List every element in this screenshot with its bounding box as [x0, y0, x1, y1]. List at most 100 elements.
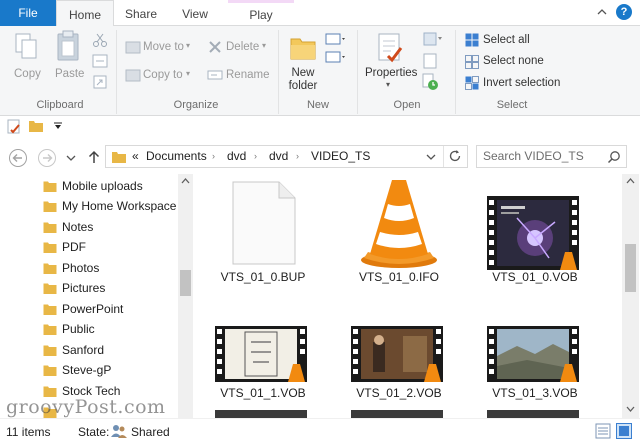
nav-item-steve-gp[interactable]: Steve-gP	[0, 360, 178, 380]
properties-button[interactable]: Properties	[365, 67, 417, 79]
nav-item-my-home-workspace[interactable]: My Home Workspace	[0, 196, 178, 216]
new-folder-icon[interactable]	[288, 33, 318, 63]
shared-icon	[110, 423, 128, 439]
scroll-up-icon[interactable]	[626, 178, 635, 184]
video-thumbnail-icon[interactable]	[215, 410, 307, 418]
file-tile[interactable]: VTS_01_3.VOB	[470, 320, 600, 410]
invert-selection-button[interactable]: Invert selection	[483, 77, 560, 89]
tab-view[interactable]: View	[168, 0, 222, 26]
video-thumbnail-icon[interactable]	[351, 410, 443, 418]
delete-button[interactable]: Delete	[226, 41, 259, 53]
dropdown-arrow-icon[interactable]: ▾	[186, 41, 190, 50]
nav-item-sanford[interactable]: Sanford	[0, 340, 178, 360]
paste-shortcut-icon[interactable]	[92, 74, 108, 90]
content-scroll-thumb[interactable]	[625, 244, 636, 292]
file-tile[interactable]: VTS_01_0.BUP	[198, 174, 328, 292]
details-view-icon[interactable]	[595, 423, 611, 439]
move-to-button[interactable]: Move to	[143, 41, 184, 53]
nav-item-public[interactable]: Public	[0, 319, 178, 339]
select-all-button[interactable]: Select all	[483, 34, 530, 46]
scroll-up-icon[interactable]	[181, 178, 190, 184]
copy-to-icon[interactable]	[125, 68, 141, 82]
nav-item-mobile-uploads[interactable]: Mobile uploads	[0, 176, 178, 196]
state-value: Shared	[131, 425, 170, 439]
new-item-icon[interactable]	[324, 32, 348, 66]
breadcrumb-chevron-icon[interactable]: ›	[254, 146, 257, 167]
scroll-down-icon[interactable]	[626, 406, 635, 412]
dropdown-arrow-icon[interactable]: ▾	[386, 80, 390, 89]
back-icon[interactable]	[8, 148, 28, 168]
folder-icon[interactable]	[28, 119, 44, 133]
dropdown-arrow-icon[interactable]: ▾	[262, 41, 266, 50]
ribbon-separator	[278, 30, 279, 114]
video-thumbnail-icon	[215, 326, 307, 382]
tab-play[interactable]: Play	[228, 0, 294, 26]
file-tile[interactable]: VTS_01_1.VOB	[198, 320, 328, 410]
search-input[interactable]: Search VIDEO_TS	[476, 145, 627, 168]
nav-item-powerpoint[interactable]: PowerPoint	[0, 299, 178, 319]
breadcrumb-dvd-2[interactable]: dvd	[269, 146, 288, 167]
copy-path-icon[interactable]	[92, 54, 108, 68]
file-tile[interactable]: VTS_01_0.IFO	[334, 174, 464, 292]
video-thumbnail-icon[interactable]	[487, 410, 579, 418]
rename-icon[interactable]	[207, 70, 223, 80]
nav-item-pdf[interactable]: PDF	[0, 237, 178, 257]
chevron-up-icon[interactable]	[596, 6, 608, 18]
nav-scrollbar[interactable]	[178, 174, 193, 418]
copy-button[interactable]: Copy	[14, 68, 41, 80]
delete-icon[interactable]	[208, 40, 222, 54]
refresh-icon[interactable]	[448, 149, 462, 163]
breadcrumb-chevron-icon[interactable]: ›	[212, 146, 215, 167]
new-folder-button[interactable]: New folder	[282, 67, 324, 93]
breadcrumb-video-ts[interactable]: VIDEO_TS	[311, 146, 370, 167]
forward-icon[interactable]	[37, 148, 57, 168]
nav-item-pictures[interactable]: Pictures	[0, 278, 178, 298]
organize-group-label: Organize	[173, 99, 219, 111]
cut-icon[interactable]	[92, 32, 108, 48]
nav-item-photos[interactable]: Photos	[0, 258, 178, 278]
select-none-icon[interactable]	[465, 55, 479, 69]
copy-icon[interactable]	[12, 32, 40, 62]
select-all-icon[interactable]	[465, 33, 479, 47]
paste-button[interactable]: Paste	[55, 68, 84, 80]
file-tile[interactable]: VTS_01_0.VOB	[470, 174, 600, 292]
nav-item-notes[interactable]: Notes	[0, 217, 178, 237]
up-icon[interactable]	[87, 150, 101, 164]
properties-icon[interactable]	[376, 32, 404, 64]
copy-to-button[interactable]: Copy to	[143, 69, 183, 81]
breadcrumb-documents[interactable]: Documents	[146, 146, 207, 167]
select-none-button[interactable]: Select none	[483, 55, 544, 67]
address-bar[interactable]: « Documents › dvd › dvd › VIDEO_TS	[105, 145, 468, 168]
folder-icon	[43, 364, 57, 377]
invert-selection-icon[interactable]	[465, 76, 479, 90]
help-icon[interactable]: ?	[616, 4, 632, 20]
breadcrumb-overflow[interactable]: «	[132, 146, 139, 167]
open-icon[interactable]	[423, 32, 443, 46]
paste-icon[interactable]	[55, 30, 83, 62]
tab-share[interactable]: Share	[114, 0, 168, 26]
file-tile[interactable]: VTS_01_2.VOB	[334, 320, 464, 410]
breadcrumb-chevron-icon[interactable]: ›	[296, 146, 299, 167]
recent-locations-icon[interactable]	[66, 154, 76, 162]
status-bar: 11 items State: Shared	[0, 418, 640, 444]
content-scrollbar[interactable]	[622, 174, 639, 418]
breadcrumb-dvd-1[interactable]: dvd	[227, 146, 246, 167]
search-icon[interactable]	[607, 150, 621, 164]
tab-file[interactable]: File	[0, 0, 56, 26]
tab-home[interactable]: Home	[56, 0, 114, 27]
dropdown-arrow-icon[interactable]: ▾	[186, 69, 190, 78]
large-icons-view-icon[interactable]	[616, 423, 632, 439]
file-name: VTS_01_2.VOB	[356, 386, 442, 400]
edit-icon[interactable]	[423, 53, 437, 69]
file-name: VTS_01_3.VOB	[492, 386, 578, 400]
customize-qat-icon[interactable]	[53, 122, 63, 130]
move-to-icon[interactable]	[125, 40, 141, 54]
nav-item-label: Pictures	[62, 281, 106, 295]
quick-access-toolbar	[0, 116, 640, 138]
open-group-label: Open	[393, 99, 421, 111]
history-icon[interactable]	[421, 73, 439, 91]
address-dropdown-icon[interactable]	[426, 153, 436, 161]
properties-icon[interactable]	[7, 119, 21, 135]
nav-scroll-thumb[interactable]	[180, 270, 191, 296]
rename-button[interactable]: Rename	[226, 69, 269, 81]
